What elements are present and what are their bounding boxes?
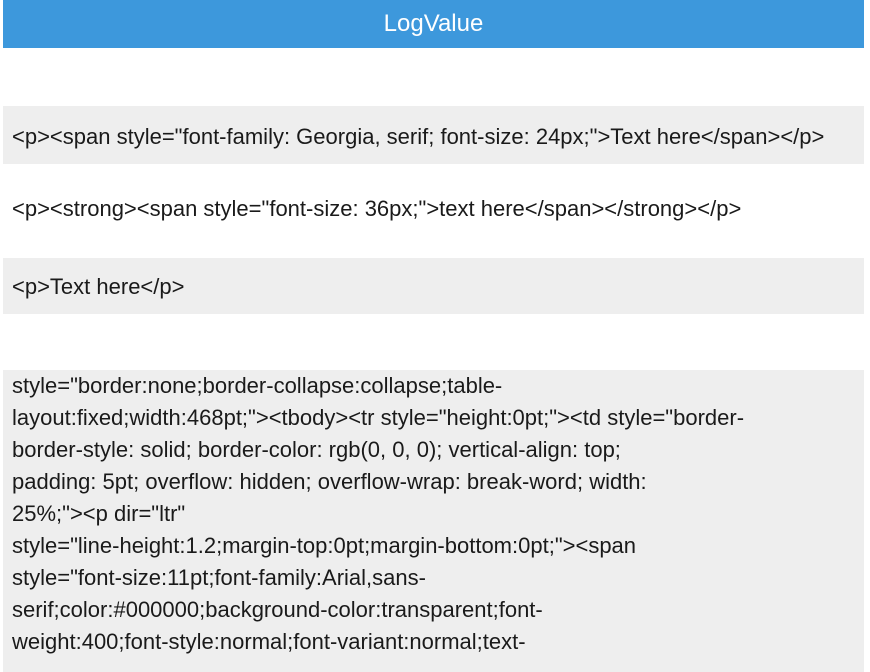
cell-logvalue-line: 25%;"><p dir="ltr" [12,501,186,526]
table-row[interactable]: <p><span style="font-family: Georgia, se… [3,106,864,164]
cell-logvalue-line: padding: 5pt; overflow: hidden; overflow… [12,469,647,494]
cell-logvalue-line: weight:400;font-style:normal;font-varian… [12,629,526,654]
table-body: <p><span style="font-family: Georgia, se… [3,48,864,370]
cell-logvalue-line: serif;color:#000000;background-color:tra… [12,597,543,622]
cell-logvalue-line: style="line-height:1.2;margin-top:0pt;ma… [12,533,637,558]
table-row[interactable]: <p><strong><span style="font-size: 36px;… [3,164,864,258]
cell-logvalue: <p><strong><span style="font-size: 36px;… [12,196,742,221]
cell-logvalue-line: layout:fixed;width:468pt;"><tbody><tr st… [12,405,745,430]
column-header-logvalue[interactable]: LogValue [3,0,864,48]
table-row[interactable] [3,48,864,106]
table-row[interactable]: style="border:none;border-collapse:colla… [3,370,864,672]
table-row[interactable]: <p>Text here</p> [3,258,864,314]
cell-logvalue-line: style="font-size:11pt;font-family:Arial,… [12,565,426,590]
cell-logvalue-line: style="border:none;border-collapse:colla… [12,373,503,398]
cell-logvalue: <p><span style="font-family: Georgia, se… [12,124,825,149]
cell-logvalue-line: border-style: solid; border-color: rgb(0… [12,437,621,462]
cell-logvalue: <p>Text here</p> [12,274,185,299]
table-row[interactable] [3,314,864,370]
column-header-label: LogValue [383,10,484,37]
log-value-table: LogValue <p><span style="font-family: Ge… [3,0,864,672]
